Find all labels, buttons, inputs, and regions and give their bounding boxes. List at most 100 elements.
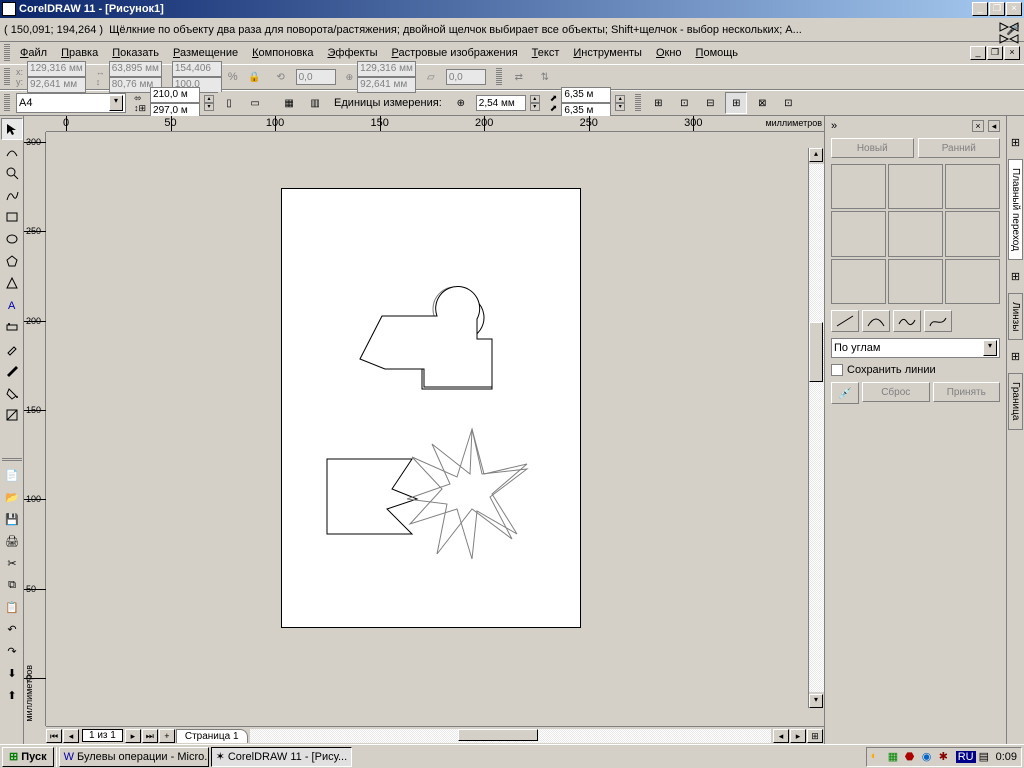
- freehand-tool[interactable]: [1, 184, 23, 206]
- rectangle-tool[interactable]: [1, 206, 23, 228]
- scroll-down-button[interactable]: ▾: [809, 694, 823, 708]
- page-next-button[interactable]: ▸: [125, 729, 141, 743]
- outline-tool[interactable]: [1, 360, 23, 382]
- bar-grip-4[interactable]: [635, 94, 641, 112]
- bar-grip[interactable]: [4, 68, 10, 86]
- menu-bitmaps[interactable]: Растровые изображения: [386, 45, 524, 61]
- docker-arrow-icon[interactable]: »: [831, 120, 837, 132]
- interactive-fill-tool[interactable]: [1, 404, 23, 426]
- navigator-button[interactable]: ⊞: [807, 729, 823, 743]
- toolbox2-grip[interactable]: [2, 458, 22, 462]
- mdi-restore-icon[interactable]: [998, 22, 1020, 32]
- portrait-button[interactable]: ▯: [218, 92, 240, 114]
- menu-effects[interactable]: Эффекты: [321, 45, 383, 61]
- canvas[interactable]: ▴ ▾: [46, 132, 824, 726]
- docker-tab-grip-2[interactable]: ⊞: [1011, 270, 1020, 283]
- snap-5-button[interactable]: ⊠: [751, 92, 773, 114]
- docker-tab-lens[interactable]: Линзы: [1008, 293, 1023, 340]
- page-first-button[interactable]: ⏮: [46, 729, 62, 743]
- keep-lines-row[interactable]: Сохранить линии: [831, 364, 1000, 376]
- tb2-export[interactable]: ⬆: [1, 684, 23, 706]
- docker-collapse-button[interactable]: ◂: [988, 120, 1000, 132]
- tray-icon-6[interactable]: ▤: [979, 750, 993, 764]
- snap-6-button[interactable]: ⊡: [777, 92, 799, 114]
- ruler-horizontal[interactable]: миллиметров 050100150200250300: [46, 116, 824, 132]
- scroll-up-button[interactable]: ▴: [809, 148, 823, 162]
- docker-tab-grip[interactable]: ⊞: [1011, 136, 1020, 149]
- mdi-close-icon[interactable]: [998, 34, 1020, 44]
- fill-tool[interactable]: [1, 382, 23, 404]
- doc-close-button[interactable]: ×: [1004, 46, 1020, 60]
- tray-icon-3[interactable]: ⬣: [905, 750, 919, 764]
- taskbar-task-word[interactable]: W Булевы операции - Micro...: [59, 747, 209, 767]
- tray-icon-1[interactable]: ◐: [871, 750, 885, 764]
- landscape-button[interactable]: ▭: [244, 92, 266, 114]
- shape-rect-trimmed[interactable]: [327, 459, 417, 534]
- language-indicator[interactable]: RU: [956, 751, 976, 763]
- bar-grip-2[interactable]: [496, 68, 502, 86]
- page-last-button[interactable]: ⏭: [142, 729, 158, 743]
- tb2-cut[interactable]: ✂: [1, 552, 23, 574]
- menu-tools[interactable]: Инструменты: [567, 45, 648, 61]
- ruler-vertical[interactable]: миллиметров 300250200150100500: [24, 132, 46, 726]
- eyedropper-tool[interactable]: [1, 338, 23, 360]
- page[interactable]: [281, 188, 581, 628]
- tb2-paste[interactable]: 📋: [1, 596, 23, 618]
- page-layout-1-button[interactable]: ▦: [278, 92, 300, 114]
- scroll-left-button[interactable]: ◂: [773, 729, 789, 743]
- page-prev-button[interactable]: ◂: [63, 729, 79, 743]
- snap-1-button[interactable]: ⊞: [647, 92, 669, 114]
- tb2-open[interactable]: 📂: [1, 486, 23, 508]
- menu-text[interactable]: Текст: [526, 45, 566, 61]
- snap-3-button[interactable]: ⊟: [699, 92, 721, 114]
- shape-star[interactable]: [407, 429, 527, 554]
- early-preset-button[interactable]: Ранний: [918, 138, 1001, 158]
- docker-tab-grip-3[interactable]: ⊞: [1011, 350, 1020, 363]
- tb2-undo[interactable]: ↶: [1, 618, 23, 640]
- page-layout-2-button[interactable]: ▥: [304, 92, 326, 114]
- clock[interactable]: 0:09: [996, 751, 1017, 763]
- ellipse-tool[interactable]: [1, 228, 23, 250]
- snap-4-button[interactable]: ⊞: [725, 92, 747, 114]
- doc-minimize-button[interactable]: _: [970, 46, 986, 60]
- menu-layout[interactable]: Размещение: [167, 45, 244, 61]
- pick-tool[interactable]: [1, 118, 23, 140]
- page-tab[interactable]: Страница 1: [176, 729, 248, 743]
- scroll-h-thumb[interactable]: [458, 729, 538, 741]
- scroll-v-thumb[interactable]: [809, 322, 823, 382]
- shape-tool[interactable]: [1, 140, 23, 162]
- eyedropper-button[interactable]: 💉: [831, 382, 859, 404]
- tb2-print[interactable]: 🖨: [1, 530, 23, 552]
- menu-edit[interactable]: Правка: [55, 45, 104, 61]
- page-add-button[interactable]: +: [159, 729, 175, 743]
- mode-arc-button[interactable]: [862, 310, 890, 332]
- tray-icon-2[interactable]: ▦: [888, 750, 902, 764]
- tb2-redo[interactable]: ↷: [1, 640, 23, 662]
- docker-tab-blend[interactable]: Плавный переход: [1008, 159, 1023, 260]
- dup-x-field[interactable]: 6,35 м: [561, 87, 611, 103]
- menu-arrange[interactable]: Компоновка: [246, 45, 319, 61]
- dup-spinner[interactable]: ▴▾: [615, 95, 625, 111]
- page-size-spinner[interactable]: ▴▾: [204, 95, 214, 111]
- tb2-import[interactable]: ⬇: [1, 662, 23, 684]
- menu-help[interactable]: Помощь: [690, 45, 745, 61]
- scrollbar-horizontal[interactable]: [250, 729, 771, 743]
- nudge-spinner[interactable]: ▴▾: [530, 95, 540, 111]
- basic-shapes-tool[interactable]: [1, 272, 23, 294]
- text-tool[interactable]: A: [1, 294, 23, 316]
- preset-grid[interactable]: [831, 164, 1000, 304]
- close-button[interactable]: ×: [1006, 2, 1022, 16]
- doc-restore-button[interactable]: ❐: [987, 46, 1003, 60]
- minimize-button[interactable]: _: [972, 2, 988, 16]
- nudge-field[interactable]: 2,54 мм: [476, 95, 526, 111]
- new-preset-button[interactable]: Новый: [831, 138, 914, 158]
- menu-file[interactable]: Файл: [14, 45, 53, 61]
- start-button[interactable]: ⊞ Пуск: [2, 747, 54, 767]
- apply-button[interactable]: Принять: [933, 382, 1001, 402]
- page-width-field[interactable]: 210,0 м: [150, 87, 200, 103]
- tb2-copy[interactable]: ⧉: [1, 574, 23, 596]
- polygon-tool[interactable]: [1, 250, 23, 272]
- tray-icon-4[interactable]: ◉: [922, 750, 936, 764]
- docker-close-button[interactable]: ×: [972, 120, 984, 132]
- tb2-save[interactable]: 💾: [1, 508, 23, 530]
